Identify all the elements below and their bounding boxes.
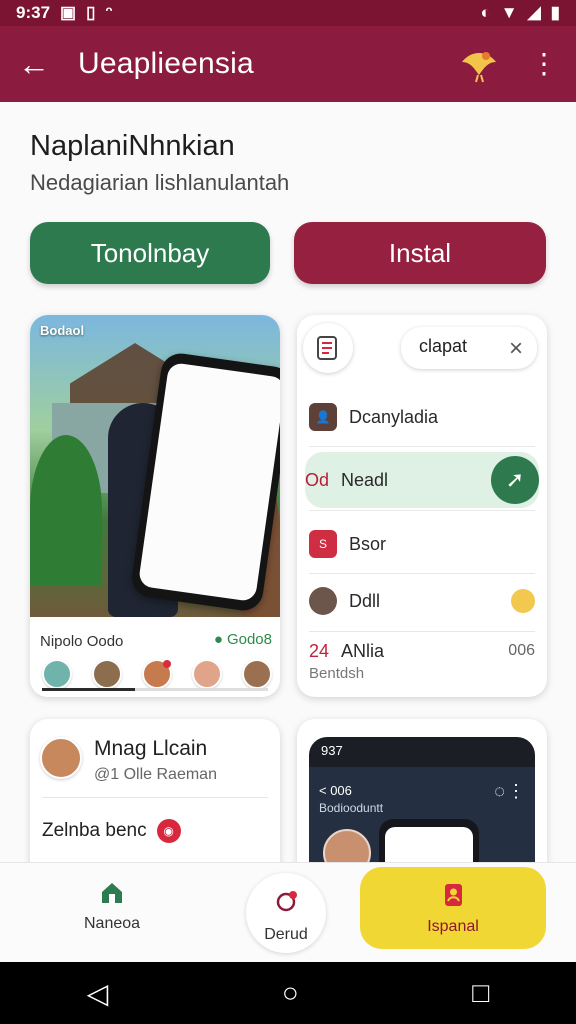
profile-avatar — [40, 737, 82, 779]
menu-item-dcanyladia[interactable]: 👤 Dcanyladia — [309, 389, 535, 445]
device-status-bar: 937 — [321, 743, 343, 758]
wifi-icon: ▼ — [500, 3, 518, 22]
divider — [42, 797, 268, 798]
refresh-icon[interactable]: ◌ — [494, 781, 505, 802]
photo-footer-left: Nipolo Oodo — [40, 633, 124, 650]
document-icon-button[interactable] — [303, 323, 353, 373]
tag-icon: S — [309, 530, 337, 558]
green-dot-icon: ● — [213, 631, 223, 648]
plant-left — [30, 435, 102, 585]
home-icon — [102, 883, 123, 903]
more-vert-small-icon[interactable]: ⋮ — [507, 781, 525, 802]
avatar[interactable] — [242, 659, 272, 689]
app-bar: ← Ueaplieensia ⋮ — [0, 26, 576, 102]
profile-name: Mnag Llcain — [94, 737, 208, 760]
menu-item-label: Neadl — [341, 469, 389, 490]
install-button[interactable]: Instal — [294, 222, 546, 284]
avatar-strip — [42, 659, 272, 689]
menu-item-number: 24 — [309, 640, 330, 661]
back-triangle-icon[interactable]: ◁ — [87, 977, 109, 1010]
battery-full-icon: ▮ — [550, 3, 560, 22]
status-left: 9:37 ▣ ▯ ᵔ — [16, 3, 112, 23]
menu-item-ddll[interactable]: Ddll — [309, 573, 535, 629]
notification-badge-icon: ◉ — [156, 819, 181, 843]
nav-item-chat[interactable]: Derud — [246, 873, 326, 953]
progress-fill — [42, 688, 135, 691]
chat-icon — [276, 891, 297, 912]
app-title: Ueaplieensia — [78, 47, 254, 80]
back-arrow-icon[interactable]: ← — [18, 48, 50, 80]
progress-track — [42, 688, 268, 691]
device-app-title: < 006 — [319, 783, 352, 798]
photo-caption: Bodaol — [40, 323, 85, 338]
avatar[interactable] — [42, 659, 72, 689]
nav-label-chat: Derud — [264, 926, 308, 943]
more-vert-icon[interactable]: ⋮ — [530, 50, 558, 78]
profile-document-icon — [445, 884, 462, 906]
device-app-subtitle: Bodiooduntt — [319, 801, 384, 815]
status-dot — [511, 589, 535, 613]
page-title: NaplaniNhnkian — [30, 130, 235, 162]
recent-square-icon[interactable]: □ — [472, 977, 489, 1009]
primary-action-button[interactable]: Tonolnbay — [30, 222, 270, 284]
menu-item-label: ANlia — [341, 640, 385, 661]
nav-item-profile[interactable]: Ispanal — [360, 867, 546, 949]
app-bar-actions: ⋮ — [456, 44, 558, 84]
phone-screen — [137, 361, 280, 603]
menu-card-top: clapat × — [297, 315, 547, 387]
notification-dot — [163, 660, 171, 668]
badge-text: S — [318, 537, 327, 551]
menu-item-time: 006 — [508, 642, 535, 659]
menu-item-label: Dcanyladia — [349, 406, 439, 427]
menu-item-label: Bsor — [349, 533, 387, 554]
bird-logo-icon[interactable] — [456, 44, 502, 84]
avatar[interactable] — [92, 659, 122, 689]
clock-text: 9:37 — [16, 3, 51, 22]
menu-item-neadl[interactable]: Od Neadl ➚ — [305, 452, 539, 508]
battery-icon: ▯ — [86, 3, 96, 22]
profile-line: Zelnba benc ◉ — [42, 819, 181, 843]
photo-footer: Nipolo Oodo ● Godo8 — [30, 617, 280, 697]
menu-item-prefix: Od — [305, 469, 330, 490]
menu-item-bsor[interactable]: S Bsor — [309, 516, 535, 572]
person-icon: 👤 — [309, 403, 337, 431]
close-icon[interactable]: × — [509, 335, 523, 363]
photo-scene: Bodaol — [30, 315, 280, 625]
search-text: clapat — [419, 336, 468, 356]
divider — [309, 510, 535, 511]
nav-label-home: Naneoa — [84, 915, 141, 932]
profile-handle: @1 Olle Raeman — [94, 766, 217, 783]
document-icon — [317, 336, 337, 360]
home-circle-icon[interactable]: ○ — [282, 977, 299, 1009]
photo-card[interactable]: Bodaol Nipolo Oodo ● Godo8 — [30, 315, 280, 697]
photo-footer-right-text: Godo8 — [226, 631, 272, 648]
status-bar: 9:37 ▣ ▯ ᵔ ◐ ▼ ◢ ▮ — [0, 0, 576, 26]
status-right: ◐ ▼ ◢ ▮ — [480, 3, 560, 23]
bottom-navigation: Naneoa Derud Ispanal — [0, 862, 576, 962]
system-navigation: ◁ ○ □ — [0, 962, 576, 1024]
menu-card: clapat × 👤 Dcanyladia Od Neadl ➚ S Bsor … — [297, 315, 547, 697]
avatar-icon — [309, 587, 337, 615]
search-pill[interactable]: clapat × — [401, 327, 537, 369]
divider — [309, 446, 535, 447]
image-icon: ▣ — [60, 3, 77, 22]
signal-icon: ◢ — [527, 3, 541, 22]
profile-line-text: Zelnba benc — [42, 820, 147, 841]
nav-item-home[interactable]: Naneoa — [84, 879, 140, 933]
bluetooth-icon: ᵔ — [105, 3, 113, 22]
photo-footer-right: ● Godo8 — [214, 631, 272, 648]
share-icon[interactable]: ➚ — [491, 456, 539, 504]
menu-item-label: Ddll — [349, 590, 381, 611]
settings-status-icon: ◐ — [480, 3, 491, 22]
page-subtitle: Nedagiarian lishlanulantah — [30, 170, 290, 195]
nav-label-profile: Ispanal — [427, 918, 479, 935]
avatar[interactable] — [192, 659, 222, 689]
menu-item-subtext: Bentdsh — [309, 665, 365, 682]
avatar[interactable] — [142, 659, 172, 689]
main-content: NaplaniNhnkian Nedagiarian lishlanulanta… — [0, 102, 576, 889]
